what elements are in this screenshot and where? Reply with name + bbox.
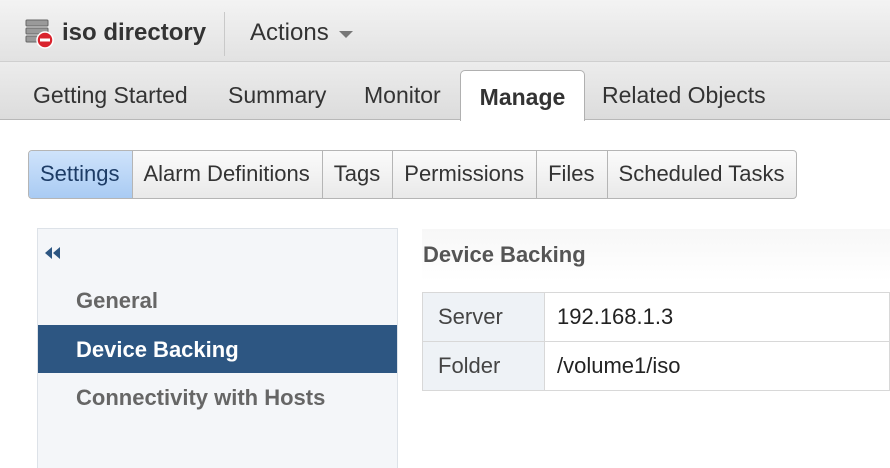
tab-related-objects[interactable]: Related Objects (602, 82, 766, 109)
nav-item-general[interactable]: General (38, 276, 397, 324)
row-value-server: 192.168.1.3 (544, 292, 890, 342)
datastore-error-icon (25, 19, 54, 49)
sub-tab-bar: Settings Alarm Definitions Tags Permissi… (28, 150, 798, 199)
double-chevron-left-icon[interactable] (44, 246, 62, 260)
caret-down-icon (338, 30, 353, 38)
subtab-tags[interactable]: Tags (323, 151, 394, 198)
tab-getting-started[interactable]: Getting Started (33, 82, 188, 109)
tab-manage[interactable]: Manage (460, 70, 585, 121)
subtab-permissions[interactable]: Permissions (393, 151, 538, 198)
tab-monitor[interactable]: Monitor (364, 82, 441, 109)
table-row: Server 192.168.1.3 (422, 292, 890, 342)
row-key-server: Server (422, 292, 545, 342)
title-bar: iso directory Actions (0, 0, 890, 62)
subtab-alarm-definitions[interactable]: Alarm Definitions (133, 151, 323, 198)
actions-label: Actions (250, 19, 329, 46)
device-backing-table: Server 192.168.1.3 Folder /volume1/iso (422, 292, 890, 391)
row-value-folder: /volume1/iso (544, 341, 890, 391)
tab-summary[interactable]: Summary (228, 82, 326, 109)
nav-item-device-backing[interactable]: Device Backing (38, 325, 397, 373)
subtab-files[interactable]: Files (537, 151, 608, 198)
title-separator (224, 12, 225, 56)
main-tab-bar: Getting Started Summary Monitor Manage R… (0, 62, 890, 121)
settings-nav-panel: General Device Backing Connectivity with… (37, 228, 398, 468)
nav-item-connectivity-with-hosts[interactable]: Connectivity with Hosts (38, 373, 397, 421)
detail-header: Device Backing (422, 229, 890, 281)
subtab-scheduled-tasks[interactable]: Scheduled Tasks (608, 151, 797, 198)
section-title: Device Backing (423, 242, 586, 267)
row-key-folder: Folder (422, 341, 545, 391)
table-row: Folder /volume1/iso (422, 341, 890, 391)
subtab-settings[interactable]: Settings (29, 151, 133, 198)
page-title: iso directory (62, 19, 207, 46)
actions-menu-button[interactable]: Actions (250, 19, 353, 47)
